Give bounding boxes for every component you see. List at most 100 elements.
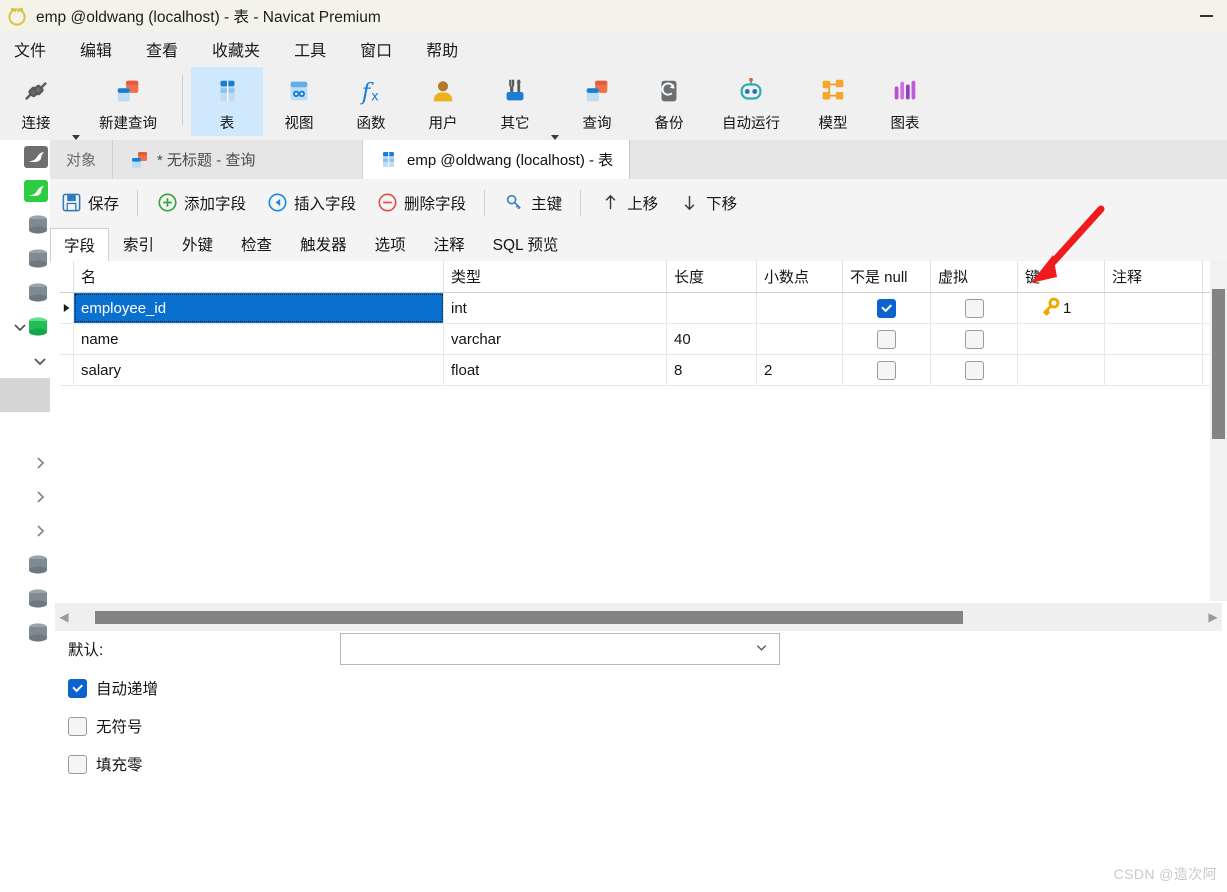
rail-expander-3[interactable] xyxy=(0,480,50,514)
auto-increment-checkbox[interactable] xyxy=(68,678,87,698)
rail-expander-4[interactable] xyxy=(0,514,50,548)
default-value-combo[interactable] xyxy=(340,633,780,665)
not-null-checkbox[interactable] xyxy=(877,329,896,349)
sidebar-rail[interactable] xyxy=(0,140,50,892)
menu-tools[interactable]: 工具 xyxy=(284,33,336,65)
unsigned-checkbox[interactable] xyxy=(68,716,87,736)
subtab-comment[interactable]: 注释 xyxy=(420,227,479,261)
chevron-down-icon[interactable] xyxy=(12,319,28,335)
fields-grid[interactable]: 名 类型 长度 小数点 不是 null 虚拟 键 注释 employee_id … xyxy=(60,261,1212,601)
column-header-virtual[interactable]: 虚拟 xyxy=(931,261,1018,292)
grid-vertical-scrollbar[interactable] xyxy=(1210,261,1227,601)
subtab-indexes[interactable]: 索引 xyxy=(109,227,168,261)
column-header-not-null[interactable]: 不是 null xyxy=(843,261,931,292)
auto-increment-checkbox-row[interactable]: 自动递增 xyxy=(50,673,1227,703)
cell-decimals[interactable] xyxy=(757,293,843,323)
cell-field-type[interactable]: float xyxy=(444,355,667,385)
subtab-options[interactable]: 选项 xyxy=(361,227,420,261)
chevron-right-icon[interactable] xyxy=(32,523,48,539)
cell-field-type[interactable]: int xyxy=(444,293,667,323)
rail-db-5[interactable] xyxy=(0,582,50,616)
cell-length[interactable]: 8 xyxy=(667,355,757,385)
rail-db-2[interactable] xyxy=(0,242,50,276)
column-header-length[interactable]: 长度 xyxy=(667,261,757,292)
chevron-right-icon[interactable] xyxy=(32,455,48,471)
menu-favorites[interactable]: 收藏夹 xyxy=(202,33,270,65)
chevron-down-icon[interactable] xyxy=(754,640,769,658)
column-header-type[interactable]: 类型 xyxy=(444,261,667,292)
cell-not-null[interactable] xyxy=(843,324,931,354)
cell-key[interactable]: 1 xyxy=(1018,293,1105,323)
subtab-triggers[interactable]: 触发器 xyxy=(286,227,361,261)
horizontal-scroll-thumb[interactable] xyxy=(95,610,963,624)
minimize-button[interactable] xyxy=(1195,6,1217,24)
toolbar-automation[interactable]: 自动运行 xyxy=(705,67,797,136)
horizontal-scroll-track[interactable] xyxy=(73,610,1204,624)
cell-length[interactable] xyxy=(667,293,757,323)
cell-length[interactable]: 40 xyxy=(667,324,757,354)
virtual-checkbox[interactable] xyxy=(964,360,984,380)
cell-decimals[interactable] xyxy=(757,324,843,354)
column-header-key[interactable]: 键 xyxy=(1018,261,1105,292)
rail-expander-1[interactable] xyxy=(0,344,50,378)
cell-field-name[interactable]: salary xyxy=(74,355,444,385)
chevron-down-icon[interactable] xyxy=(32,353,48,369)
zerofill-checkbox[interactable] xyxy=(68,754,87,774)
table-row[interactable]: employee_id int 1 xyxy=(60,293,1212,324)
delete-field-button[interactable]: 删除字段 xyxy=(366,186,476,220)
zerofill-checkbox-row[interactable]: 填充零 xyxy=(50,749,1227,779)
rail-connection-1[interactable] xyxy=(0,140,50,174)
menu-view[interactable]: 查看 xyxy=(136,33,188,65)
cell-comment[interactable] xyxy=(1105,324,1203,354)
virtual-checkbox[interactable] xyxy=(964,298,984,318)
rail-connection-2[interactable] xyxy=(0,174,50,208)
menu-file[interactable]: 文件 xyxy=(4,33,56,65)
rail-selected[interactable] xyxy=(0,378,50,412)
cell-decimals[interactable]: 2 xyxy=(757,355,843,385)
unsigned-checkbox-row[interactable]: 无符号 xyxy=(50,711,1227,741)
rail-db-4[interactable] xyxy=(0,548,50,582)
cell-key[interactable] xyxy=(1018,324,1105,354)
cell-virtual[interactable] xyxy=(931,324,1018,354)
toolbar-user[interactable]: 用户 xyxy=(407,67,479,136)
insert-field-button[interactable]: 插入字段 xyxy=(256,186,366,220)
rail-db-1[interactable] xyxy=(0,208,50,242)
subtab-fields[interactable]: 字段 xyxy=(50,228,110,262)
cell-comment[interactable] xyxy=(1105,293,1203,323)
cell-field-type[interactable]: varchar xyxy=(444,324,667,354)
toolbar-backup[interactable]: 备份 xyxy=(633,67,705,136)
cell-key[interactable] xyxy=(1018,355,1105,385)
grid-horizontal-scrollbar[interactable]: ◀ ▶ xyxy=(55,603,1222,631)
tab-objects[interactable]: 对象 xyxy=(50,140,114,179)
table-row[interactable]: salary float 8 2 xyxy=(60,355,1212,386)
rail-expander-2[interactable] xyxy=(0,446,50,480)
menu-help[interactable]: 帮助 xyxy=(416,33,468,65)
rail-db-3[interactable] xyxy=(0,276,50,310)
toolbar-chart[interactable]: 图表 xyxy=(869,67,941,136)
tab-untitled-query[interactable]: * 无标题 - 查询 xyxy=(113,140,364,179)
not-null-checkbox[interactable] xyxy=(877,360,896,380)
toolbar-view[interactable]: 视图 xyxy=(263,67,335,136)
cell-not-null[interactable] xyxy=(843,355,931,385)
cell-comment[interactable] xyxy=(1105,355,1203,385)
menu-window[interactable]: 窗口 xyxy=(350,33,402,65)
chevron-right-icon[interactable] xyxy=(32,489,48,505)
table-row[interactable]: name varchar 40 xyxy=(60,324,1212,355)
virtual-checkbox[interactable] xyxy=(964,329,984,349)
toolbar-other[interactable]: 其它 xyxy=(479,67,551,136)
toolbar-model[interactable]: 模型 xyxy=(797,67,869,136)
move-down-button[interactable]: 下移 xyxy=(668,186,747,220)
toolbar-function[interactable]: f x 函数 xyxy=(335,67,407,136)
scroll-right-arrow[interactable]: ▶ xyxy=(1204,610,1222,624)
cell-field-name[interactable]: employee_id xyxy=(74,293,444,323)
primary-key-button[interactable]: 主键 xyxy=(493,186,572,220)
cell-virtual[interactable] xyxy=(931,355,1018,385)
cell-field-name[interactable]: name xyxy=(74,324,444,354)
move-up-button[interactable]: 上移 xyxy=(589,186,668,220)
cell-virtual[interactable] xyxy=(931,293,1018,323)
toolbar-query[interactable]: 查询 xyxy=(561,67,633,136)
vertical-scroll-thumb[interactable] xyxy=(1212,289,1225,439)
column-header-comment[interactable]: 注释 xyxy=(1105,261,1203,292)
tab-emp-table[interactable]: emp @oldwang (localhost) - 表 xyxy=(363,140,631,179)
save-button[interactable]: 保存 xyxy=(50,186,129,220)
